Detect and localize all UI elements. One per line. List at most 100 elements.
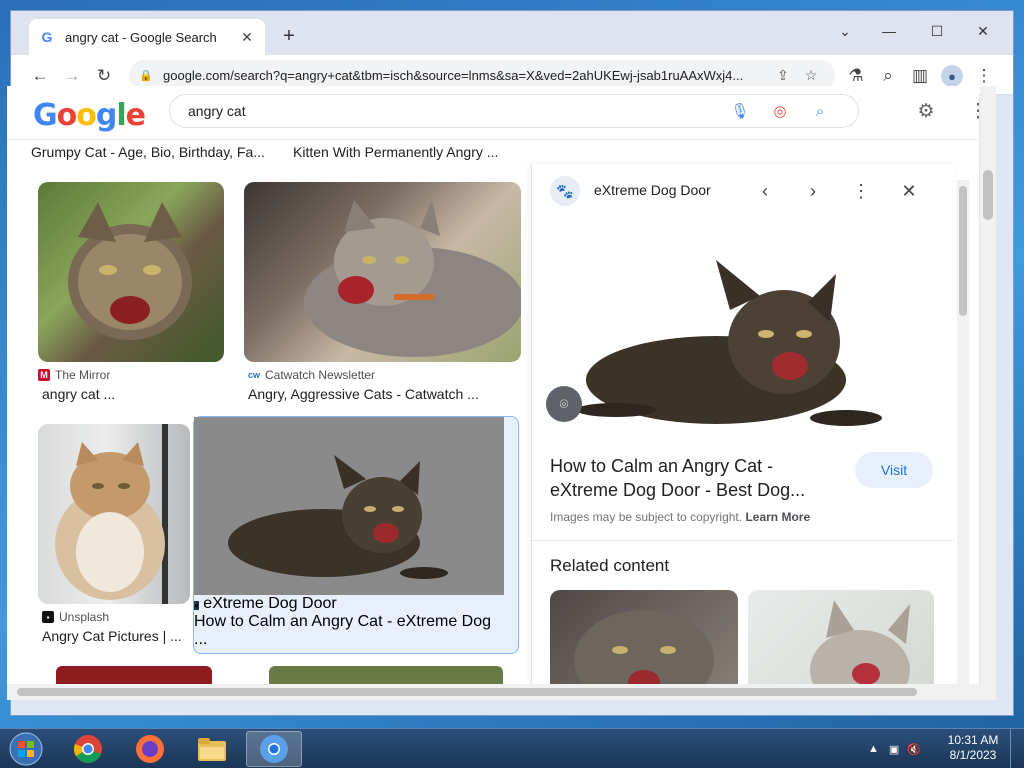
hissing-kitten-photo: [810, 600, 910, 684]
result-image[interactable]: [38, 182, 224, 362]
logo-letter: o: [76, 98, 97, 133]
result-source: ▪ Unsplash: [42, 610, 109, 624]
taskbar-chrome-button[interactable]: [60, 731, 116, 767]
tab-google-search[interactable]: G angry cat - Google Search ✕: [29, 19, 265, 55]
result-source: ● eXtreme Dog Door: [194, 595, 518, 613]
selected-image-result-card[interactable]: ● eXtreme Dog Door How to Calm an Angry …: [193, 416, 519, 654]
minimize-button[interactable]: —: [869, 17, 909, 45]
chrome-icon: [74, 735, 102, 763]
result-image[interactable]: [38, 424, 190, 604]
panel-site-name[interactable]: eXtreme Dog Door: [594, 182, 711, 198]
panel-header: 🐾 eXtreme Dog Door ‹ › ⋮ ✕: [532, 164, 955, 218]
search-results-page: Google angry cat 🎙 ◎ ⌕ ⚙ ⋮ Grumpy Cat - …: [7, 86, 979, 684]
logo-letter: g: [95, 98, 118, 133]
windows-logo-icon: [9, 732, 43, 766]
result-image[interactable]: [56, 666, 212, 684]
related-image[interactable]: [748, 590, 934, 684]
result-source-name: The Mirror: [55, 368, 111, 382]
unsplash-icon: ▪: [42, 611, 54, 623]
next-chevron-icon[interactable]: ›: [800, 178, 826, 204]
copyright-notice: Images may be subject to copyright. Lear…: [550, 510, 810, 524]
network-icon[interactable]: ▣: [889, 743, 899, 756]
previous-chevron-icon[interactable]: ‹: [752, 178, 778, 204]
lock-icon[interactable]: 🔒: [139, 69, 153, 82]
result-caption[interactable]: Angry, Aggressive Cats - Catwatch ...: [248, 386, 520, 402]
angry-cat-photo: [304, 200, 521, 357]
related-image[interactable]: [550, 590, 738, 684]
bookmark-star-icon[interactable]: ☆: [797, 67, 825, 84]
firefox-icon: [136, 735, 164, 763]
page-vertical-scrollbar[interactable]: [980, 86, 996, 684]
learn-more-link[interactable]: Learn More: [745, 510, 810, 524]
volume-muted-icon[interactable]: 🔇: [907, 743, 921, 756]
panel-scrollbar[interactable]: [957, 180, 969, 684]
result-caption[interactable]: angry cat ...: [42, 386, 222, 402]
result-source-name: Unsplash: [59, 610, 110, 624]
result-image[interactable]: [269, 666, 503, 684]
visit-button[interactable]: Visit: [855, 452, 933, 488]
angry-cat-photo: [68, 202, 192, 340]
logo-letter: e: [125, 98, 146, 133]
result-image[interactable]: [194, 417, 504, 595]
result-caption[interactable]: How to Calm an Angry Cat - eXtreme Dog .…: [194, 613, 499, 649]
google-favicon-icon: G: [41, 29, 53, 45]
panel-divider: [532, 540, 955, 541]
tab-search-chevron-icon[interactable]: ⌄: [825, 17, 865, 45]
more-options-icon[interactable]: ⋮: [848, 178, 874, 204]
grumpy-cat-photo: [55, 424, 168, 604]
close-window-button[interactable]: ✕: [963, 17, 1003, 45]
angry-cat-photo: [574, 610, 714, 684]
folder-icon: [198, 738, 226, 761]
search-query: angry cat: [188, 103, 246, 119]
taskbar: ▲ ▣ 🔇 10:31 AM 8/1/2023: [0, 728, 1024, 768]
preview-image[interactable]: [546, 230, 946, 430]
start-button[interactable]: [4, 730, 48, 768]
result-image[interactable]: [244, 182, 521, 362]
show-desktop-button[interactable]: [1010, 729, 1024, 768]
tab-strip: G angry cat - Google Search ✕ + ⌄ — ☐ ✕: [11, 11, 1013, 55]
taskbar-firefox-button[interactable]: [122, 731, 178, 767]
logo-letter: o: [56, 98, 78, 133]
scrollbar-thumb[interactable]: [983, 170, 993, 220]
share-icon[interactable]: ⇪: [769, 67, 797, 84]
the-mirror-icon: M: [38, 369, 50, 381]
chrome-icon: [260, 735, 288, 763]
copyright-text: Images may be subject to copyright.: [550, 510, 743, 524]
settings-gear-icon[interactable]: ⚙: [913, 98, 939, 124]
scrollbar-thumb[interactable]: [17, 688, 917, 696]
lens-search-icon[interactable]: ⌾: [546, 386, 582, 422]
clock-date: 8/1/2023: [949, 748, 997, 762]
google-header: Google angry cat 🎙 ◎ ⌕ ⚙ ⋮: [7, 86, 979, 140]
search-input[interactable]: angry cat 🎙 ◎ ⌕: [169, 94, 859, 128]
result-caption[interactable]: Angry Cat Pictures | ...: [42, 628, 192, 644]
tab-close-icon[interactable]: ✕: [239, 29, 255, 45]
taskbar-file-explorer-button[interactable]: [184, 731, 240, 767]
logo-letter: G: [33, 98, 58, 133]
panel-scrollbar-thumb[interactable]: [959, 186, 967, 316]
site-logo-icon: 🐾: [550, 176, 580, 206]
result-source-name: eXtreme Dog Door: [203, 595, 337, 612]
url-text: google.com/search?q=angry+cat&tbm=isch&s…: [163, 67, 744, 83]
search-submit-icon[interactable]: ⌕: [800, 103, 840, 120]
catwatch-icon: cw: [248, 370, 261, 380]
lens-search-icon[interactable]: ◎: [760, 102, 800, 120]
image-preview-panel: 🐾 eXtreme Dog Door ‹ › ⋮ ✕ ⌾ How to Calm…: [531, 164, 955, 684]
result-source: cw Catwatch Newsletter: [248, 368, 375, 382]
result-caption[interactable]: Grumpy Cat - Age, Bio, Birthday, Fa...: [31, 144, 269, 160]
page-horizontal-scrollbar[interactable]: [7, 684, 996, 700]
new-tab-button[interactable]: +: [277, 25, 301, 49]
result-caption[interactable]: Kitten With Permanently Angry ...: [293, 144, 521, 160]
close-panel-icon[interactable]: ✕: [896, 178, 922, 204]
show-hidden-icons-icon[interactable]: ▲: [868, 743, 879, 755]
maximize-button[interactable]: ☐: [917, 17, 957, 45]
taskbar-active-chrome-window[interactable]: [246, 731, 302, 767]
hissing-tabby-cat-photo: [576, 260, 882, 426]
apps-grid-icon[interactable]: ⋮: [965, 98, 980, 124]
result-source-name: Catwatch Newsletter: [265, 368, 376, 382]
clock-time: 10:31 AM: [947, 733, 999, 747]
taskbar-clock[interactable]: 10:31 AM 8/1/2023: [940, 733, 1006, 763]
voice-search-icon[interactable]: 🎙: [720, 102, 760, 120]
panel-title[interactable]: How to Calm an Angry Cat - eXtreme Dog D…: [550, 454, 830, 502]
logo-letter: l: [116, 98, 126, 133]
google-logo[interactable]: Google: [33, 98, 146, 133]
